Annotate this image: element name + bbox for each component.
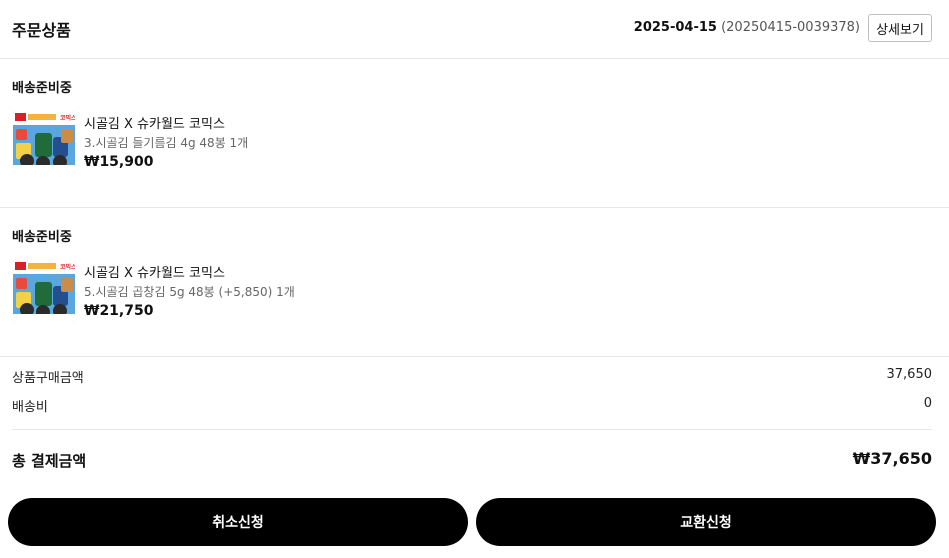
order-products-header: 주문상품 2025-04-15 (20250415-0039378) 상세보기 bbox=[0, 0, 949, 59]
cancel-request-button[interactable]: 취소신청 bbox=[8, 498, 468, 546]
exchange-request-button[interactable]: 교환신청 bbox=[476, 498, 936, 546]
total-payment-value: ₩37,650 bbox=[852, 449, 932, 468]
svg-text:코믹스: 코믹스 bbox=[60, 114, 75, 122]
order-date: 2025-04-15 bbox=[633, 20, 717, 35]
product-name[interactable]: 시골김 X 슈카월드 코믹스 bbox=[84, 113, 225, 132]
view-details-button[interactable]: 상세보기 bbox=[868, 14, 932, 42]
product-thumbnail[interactable]: 코믹스 bbox=[13, 111, 75, 173]
order-meta: 2025-04-15 (20250415-0039378) bbox=[634, 20, 860, 35]
shipping-fee-value: 0 bbox=[923, 396, 932, 411]
section-title: 주문상품 bbox=[12, 21, 71, 40]
order-item: 배송준비중 코믹스 시골김 X 슈카월드 코믹스 5.시골김 곱창김 5g 48… bbox=[0, 208, 949, 357]
shipping-status: 배송준비중 bbox=[12, 230, 72, 245]
payment-summary: 상품구매금액 37,650 배송비 0 총 결제금액 ₩37,650 bbox=[0, 357, 949, 487]
product-option: 5.시골김 곱창김 5g 48봉 (+5,850) 1개 bbox=[84, 285, 295, 299]
shipping-status: 배송준비중 bbox=[12, 81, 72, 96]
shipping-fee-label: 배송비 bbox=[12, 400, 48, 415]
order-number: (20250415-0039378) bbox=[721, 20, 860, 35]
total-payment-label: 총 결제금액 bbox=[12, 452, 87, 470]
product-price: ₩21,750 bbox=[84, 303, 154, 319]
product-name[interactable]: 시골김 X 슈카월드 코믹스 bbox=[84, 262, 225, 281]
order-item: 배송준비중 코믹스 시골김 X 슈카월드 코믹스 3.시골김 들기름김 4g 4… bbox=[0, 59, 949, 208]
svg-text:코믹스: 코믹스 bbox=[60, 263, 75, 271]
divider bbox=[12, 429, 932, 430]
product-amount-label: 상품구매금액 bbox=[12, 371, 84, 386]
product-amount-value: 37,650 bbox=[886, 367, 933, 382]
product-option: 3.시골김 들기름김 4g 48봉 1개 bbox=[84, 136, 249, 150]
product-price: ₩15,900 bbox=[84, 154, 154, 170]
product-thumbnail[interactable]: 코믹스 bbox=[13, 260, 75, 322]
